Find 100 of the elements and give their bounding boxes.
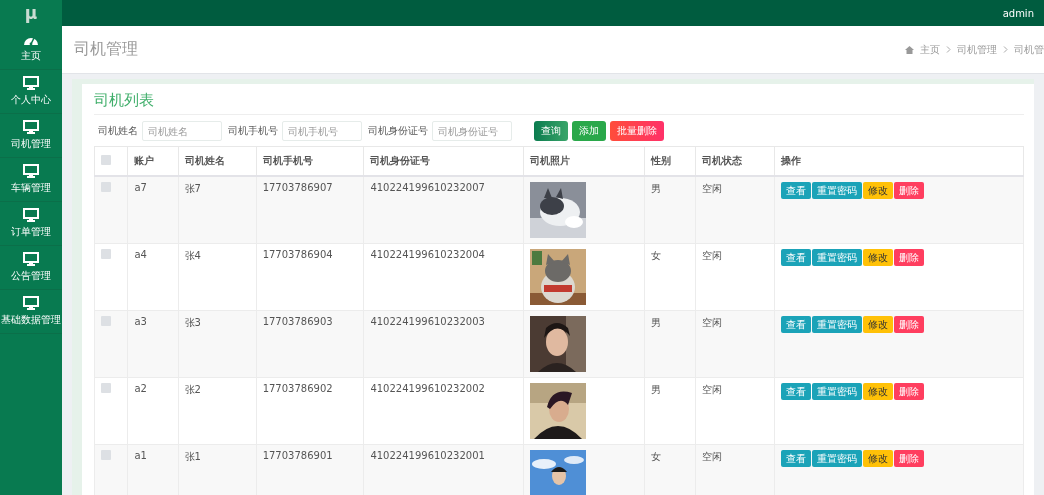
breadcrumb-link[interactable]: 司机管理 xyxy=(957,42,997,57)
table-cell: 410224199610232002 xyxy=(370,383,485,394)
sidebar-item[interactable]: 个人中心 xyxy=(0,70,62,114)
monitor-icon xyxy=(23,208,39,222)
table-cell: a1 xyxy=(134,450,147,461)
column-header: 司机照片 xyxy=(530,155,571,166)
column-header: 操作 xyxy=(780,155,801,166)
delete-button[interactable]: 删除 xyxy=(893,383,924,400)
query-button[interactable]: 查询 xyxy=(534,121,568,141)
filter-input[interactable]: 司机姓名 xyxy=(142,121,222,141)
breadcrumb-link[interactable]: 主页 xyxy=(920,42,940,57)
table-cell: 空闲 xyxy=(702,250,722,261)
batch-delete-button[interactable]: 批量删除 xyxy=(610,121,664,141)
page-title: 司机管理 xyxy=(74,39,138,60)
checkbox[interactable] xyxy=(101,155,111,165)
table-cell: a7 xyxy=(134,182,147,193)
monitor-icon xyxy=(23,76,39,90)
table-cell: 410224199610232004 xyxy=(370,249,485,260)
column-header: 账户 xyxy=(134,155,155,166)
checkbox[interactable] xyxy=(101,383,111,393)
sidebar-item[interactable]: 基础数据管理 xyxy=(0,290,62,334)
action-button[interactable]: 重置密码 xyxy=(811,450,862,467)
table-cell: 男 xyxy=(650,183,661,194)
monitor-icon xyxy=(23,120,39,134)
table-cell: 空闲 xyxy=(702,384,722,395)
table-cell: 女 xyxy=(650,250,661,261)
table-cell: 410224199610232001 xyxy=(370,450,485,461)
action-button[interactable]: 重置密码 xyxy=(811,383,862,400)
edit-button[interactable]: 修改 xyxy=(862,316,893,333)
table-cell: 17703786903 xyxy=(262,316,333,327)
sidebar-label: 主页 xyxy=(21,48,41,63)
action-button[interactable]: 重置密码 xyxy=(811,182,862,199)
monitor-icon xyxy=(23,252,39,266)
breadcrumb-link[interactable]: 司机管 xyxy=(1014,42,1044,57)
chevron-icon xyxy=(1003,46,1008,53)
action-button[interactable]: 查看 xyxy=(780,383,811,400)
table-cell: a4 xyxy=(134,249,147,260)
table-cell: a3 xyxy=(134,316,147,327)
table-cell: 空闲 xyxy=(702,317,722,328)
action-button[interactable]: 查看 xyxy=(780,249,811,266)
delete-button[interactable]: 删除 xyxy=(893,450,924,467)
edit-button[interactable]: 修改 xyxy=(862,182,893,199)
edit-button[interactable]: 修改 xyxy=(862,249,893,266)
table-cell: 男 xyxy=(650,384,661,395)
sidebar-label: 司机管理 xyxy=(11,137,51,151)
checkbox[interactable] xyxy=(101,249,111,259)
edit-button[interactable]: 修改 xyxy=(862,383,893,400)
delete-button[interactable]: 删除 xyxy=(893,249,924,266)
delete-button[interactable]: 删除 xyxy=(893,316,924,333)
table-cell: 男 xyxy=(650,317,661,328)
monitor-icon xyxy=(23,164,39,178)
sidebar-label: 基础数据管理 xyxy=(1,313,61,327)
filter-input[interactable]: 司机身份证号 xyxy=(432,121,512,141)
table-cell: 空闲 xyxy=(702,183,722,194)
action-button[interactable]: 查看 xyxy=(780,182,811,199)
sidebar-label: 公告管理 xyxy=(11,269,51,283)
column-header: 司机手机号 xyxy=(262,155,313,166)
column-header: 司机状态 xyxy=(702,155,742,166)
card-title: 司机列表 xyxy=(94,89,1024,115)
column-header: 司机身份证号 xyxy=(370,155,431,166)
monitor-icon xyxy=(23,296,39,310)
action-button[interactable]: 重置密码 xyxy=(811,249,862,266)
checkbox[interactable] xyxy=(101,450,111,460)
sidebar-item[interactable]: 司机管理 xyxy=(0,114,62,158)
sidebar-label: 车辆管理 xyxy=(11,181,51,195)
checkbox[interactable] xyxy=(101,182,111,192)
table-cell: 张2 xyxy=(184,384,201,395)
filter-label: 司机手机号 xyxy=(228,124,278,138)
table-cell: a2 xyxy=(134,383,147,394)
column-header: 司机姓名 xyxy=(184,155,225,166)
table-cell: 17703786907 xyxy=(262,182,333,193)
checkbox[interactable] xyxy=(101,316,111,326)
sidebar-item[interactable]: 公告管理 xyxy=(0,246,62,290)
home-icon xyxy=(905,45,914,54)
table-cell: 女 xyxy=(650,451,661,462)
table-cell: 410224199610232003 xyxy=(370,316,485,327)
filter-input[interactable]: 司机手机号 xyxy=(282,121,362,141)
table-cell: 410224199610232007 xyxy=(370,182,485,193)
user-name[interactable]: admin xyxy=(1002,7,1034,19)
filter-label: 司机姓名 xyxy=(98,124,138,138)
sidebar-item[interactable]: 订单管理 xyxy=(0,202,62,246)
chevron-icon xyxy=(946,46,951,53)
table-cell: 17703786901 xyxy=(262,450,333,461)
table-cell: 空闲 xyxy=(702,451,722,462)
add-button[interactable]: 添加 xyxy=(572,121,606,141)
logo: μ xyxy=(0,0,62,26)
table-cell: 张1 xyxy=(184,451,201,462)
action-button[interactable]: 查看 xyxy=(780,450,811,467)
action-button[interactable]: 重置密码 xyxy=(811,316,862,333)
filter-label: 司机身份证号 xyxy=(368,124,428,138)
sidebar-label: 个人中心 xyxy=(11,93,51,107)
action-button[interactable]: 查看 xyxy=(780,316,811,333)
table-cell: 张3 xyxy=(184,317,201,328)
edit-button[interactable]: 修改 xyxy=(862,450,893,467)
table-cell: 17703786902 xyxy=(262,383,333,394)
sidebar-label: 订单管理 xyxy=(11,225,51,239)
sidebar-item[interactable]: 车辆管理 xyxy=(0,158,62,202)
delete-button[interactable]: 删除 xyxy=(893,182,924,199)
table-cell: 张7 xyxy=(184,183,201,194)
table-cell: 17703786904 xyxy=(262,249,333,260)
